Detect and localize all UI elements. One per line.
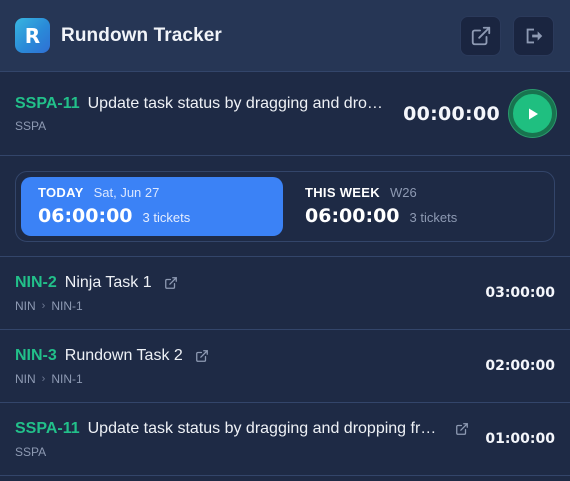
- start-timer-button[interactable]: [509, 90, 556, 137]
- list-item[interactable]: NIN-2 Ninja Task 1 NIN › NIN-1 03:00:00: [0, 257, 570, 330]
- today-time: 06:00:00: [38, 205, 133, 227]
- today-label: TODAY: [38, 185, 84, 200]
- list-item-summary: Ninja Task 1: [64, 273, 152, 291]
- today-header: TODAY Sat, Jun 27: [38, 185, 283, 200]
- external-link-icon[interactable]: [195, 349, 209, 363]
- today-ticket-count: 3 tickets: [142, 210, 191, 225]
- list-item-key[interactable]: NIN-3: [15, 347, 57, 365]
- current-timer: 00:00:00: [403, 102, 500, 125]
- logout-icon: [526, 28, 542, 43]
- logo-letter: R: [24, 23, 41, 48]
- current-task-key[interactable]: SSPA-11: [15, 95, 80, 113]
- week-number: W26: [389, 185, 417, 200]
- header-actions: [460, 15, 554, 56]
- list-item-key[interactable]: NIN-2: [15, 274, 57, 292]
- today-summary-card[interactable]: TODAY Sat, Jun 27 06:00:00 3 tickets: [21, 177, 283, 236]
- current-task-project: SSPA: [15, 118, 47, 133]
- list-item-line: SSPA-11 Update task status by dragging a…: [15, 420, 469, 438]
- list-item-line: NIN-3 Rundown Task 2: [15, 347, 469, 365]
- current-task: SSPA-11 Update task status by dragging a…: [0, 72, 570, 156]
- week-header: THIS WEEK W26: [305, 185, 549, 200]
- current-task-info: SSPA-11 Update task status by dragging a…: [15, 95, 387, 133]
- today-body: 06:00:00 3 tickets: [38, 205, 283, 227]
- week-ticket-count: 3 tickets: [409, 210, 458, 225]
- chevron-right-icon: ›: [41, 299, 46, 312]
- list-item[interactable]: SSPA-11 Update task status by dragging a…: [0, 403, 570, 476]
- week-summary-card[interactable]: THIS WEEK W26 06:00:00 3 tickets: [283, 177, 549, 236]
- open-external-button[interactable]: [460, 15, 501, 56]
- logout-button[interactable]: [513, 15, 554, 56]
- week-time: 06:00:00: [305, 205, 400, 227]
- time-summary: TODAY Sat, Jun 27 06:00:00 3 tickets THI…: [0, 156, 570, 257]
- breadcrumb: NIN › NIN-1: [15, 299, 469, 313]
- week-body: 06:00:00 3 tickets: [305, 205, 549, 227]
- list-item-time: 02:00:00: [485, 358, 555, 374]
- external-link-icon[interactable]: [164, 276, 178, 290]
- app-logo: R: [15, 18, 50, 53]
- list-item[interactable]: NIN-3 Rundown Task 2 NIN › NIN-1 02:00:0…: [0, 330, 570, 403]
- external-link-icon: [471, 26, 490, 45]
- list-item-summary: Update task status by dragging and dropp…: [87, 419, 444, 437]
- list-item-time: 01:00:00: [485, 431, 555, 447]
- current-task-summary: Update task status by dragging and dropp…: [87, 94, 388, 112]
- list-item-summary: Rundown Task 2: [64, 346, 183, 364]
- breadcrumb-parent: NIN-1: [51, 371, 83, 386]
- breadcrumb-project: SSPA: [15, 444, 47, 459]
- play-icon: [528, 108, 538, 119]
- chevron-right-icon: ›: [41, 372, 46, 385]
- today-date: Sat, Jun 27: [93, 185, 160, 200]
- list-item-info: NIN-3 Rundown Task 2 NIN › NIN-1: [15, 347, 469, 386]
- external-link-icon[interactable]: [455, 422, 469, 436]
- list-item-line: NIN-2 Ninja Task 1: [15, 274, 469, 292]
- breadcrumb-project: NIN: [15, 298, 36, 313]
- week-label: THIS WEEK: [305, 185, 380, 200]
- list-item-info: NIN-2 Ninja Task 1 NIN › NIN-1: [15, 274, 469, 313]
- breadcrumb: NIN › NIN-1: [15, 372, 469, 386]
- breadcrumb-project: NIN: [15, 371, 36, 386]
- app-header: R Rundown Tracker: [0, 0, 570, 72]
- list-item-time: 03:00:00: [485, 285, 555, 301]
- current-task-line: SSPA-11 Update task status by dragging a…: [15, 95, 387, 113]
- list-item-key[interactable]: SSPA-11: [15, 420, 80, 438]
- list-item-info: SSPA-11 Update task status by dragging a…: [15, 420, 469, 459]
- breadcrumb: SSPA: [15, 445, 469, 459]
- breadcrumb-parent: NIN-1: [51, 298, 83, 313]
- app-title: Rundown Tracker: [61, 24, 222, 46]
- task-list: NIN-2 Ninja Task 1 NIN › NIN-1 03:00:00 …: [0, 257, 570, 476]
- time-summary-box: TODAY Sat, Jun 27 06:00:00 3 tickets THI…: [15, 171, 555, 242]
